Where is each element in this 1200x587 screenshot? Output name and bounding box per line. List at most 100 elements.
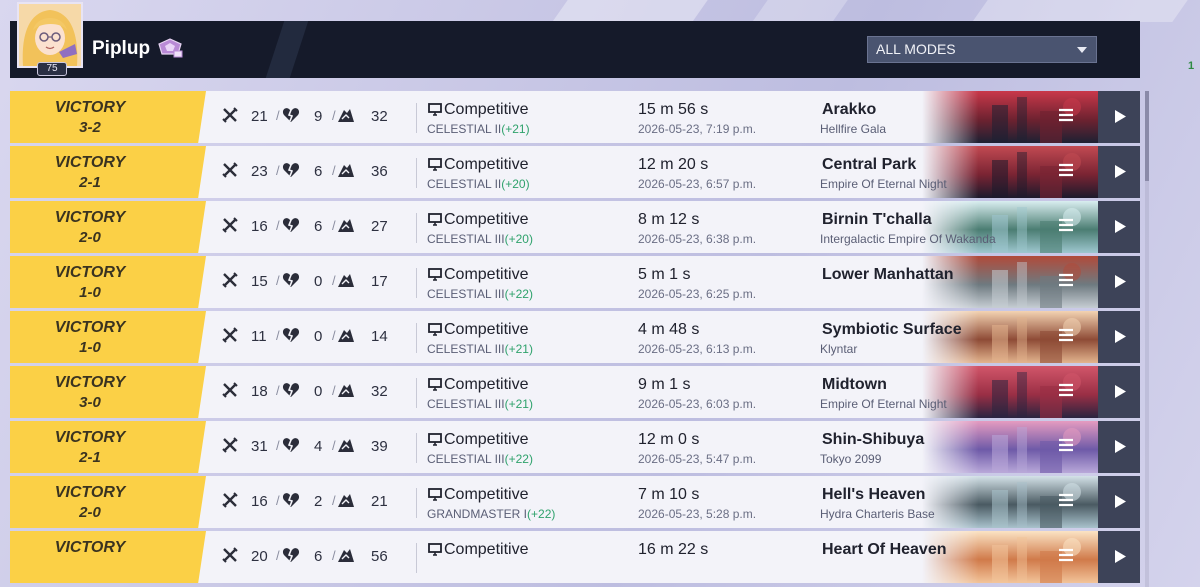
monitor-icon [428, 543, 442, 561]
avatar[interactable]: 75 [17, 2, 85, 76]
match-duration: 4 m 48 s [638, 321, 700, 338]
deaths-icon [282, 547, 300, 568]
divider [416, 213, 417, 243]
details-menu-icon[interactable] [1058, 218, 1074, 237]
game-mode: Competitive [444, 156, 529, 173]
assists-count: 17 [371, 273, 388, 290]
match-row[interactable]: VICTORY 2-0 16 6 27 / / Competitive CELESTIAL II… [10, 201, 1140, 253]
monitor-icon [428, 103, 442, 121]
replay-button[interactable] [1098, 201, 1140, 253]
match-row[interactable]: VICTORY 2-0 16 2 21 / / Competitive GRANDMASTER … [10, 476, 1140, 528]
stat-separator: / [332, 218, 336, 233]
rank-name: CELESTIAL II [427, 177, 502, 191]
stat-separator: / [332, 548, 336, 563]
replay-button[interactable] [1098, 256, 1140, 308]
stat-separator: / [276, 163, 280, 178]
result-label: VICTORY [54, 429, 126, 446]
replay-button[interactable] [1098, 311, 1140, 363]
replay-button[interactable] [1098, 146, 1140, 198]
stat-separator: / [332, 438, 336, 453]
result-label: VICTORY [54, 99, 126, 116]
details-menu-icon[interactable] [1058, 383, 1074, 402]
stat-separator: / [332, 493, 336, 508]
mode-filter-dropdown[interactable]: ALL MODES [867, 36, 1097, 63]
details-menu-icon[interactable] [1058, 273, 1074, 292]
details-menu-icon[interactable] [1058, 328, 1074, 347]
monitor-icon [428, 488, 442, 506]
deaths-icon [282, 272, 300, 293]
deaths-count: 0 [314, 273, 323, 290]
match-row[interactable]: VICTORY 1-0 11 0 14 / / Competitive CELESTIAL II… [10, 311, 1140, 363]
replay-button[interactable] [1098, 476, 1140, 528]
map-region: Tokyo 2099 [820, 452, 882, 466]
match-row[interactable]: VICTORY 2-1 23 6 36 / / Competitive CELESTIAL II… [10, 146, 1140, 198]
round-score: 1-0 [79, 339, 101, 356]
match-datetime: 2026-05-23, 6:03 p.m. [638, 397, 757, 411]
deaths-icon [282, 382, 300, 403]
assists-icon [337, 217, 355, 238]
match-row[interactable]: VICTORY 3-2 21 9 32 / / Competitive CELESTIAL II… [10, 91, 1140, 143]
deaths-count: 4 [314, 438, 323, 455]
deaths-icon [282, 327, 300, 348]
details-menu-icon[interactable] [1058, 438, 1074, 457]
rank-info: CELESTIAL III(+20) [427, 232, 533, 246]
rank-delta: (+21) [504, 342, 533, 356]
details-menu-icon[interactable] [1058, 163, 1074, 182]
level-badge: 75 [37, 62, 67, 76]
replay-button[interactable] [1098, 421, 1140, 473]
assists-count: 32 [371, 108, 388, 125]
kills-icon [222, 437, 238, 458]
scrollbar-thumb[interactable] [1145, 91, 1149, 181]
map-name: Arakko [822, 101, 877, 118]
kills-count: 16 [251, 493, 268, 510]
match-row[interactable]: VICTORY 1-0 15 0 17 / / Competitive CELESTIAL II… [10, 256, 1140, 308]
details-menu-icon[interactable] [1058, 493, 1074, 512]
replay-button[interactable] [1098, 531, 1140, 583]
rank-name: CELESTIAL III [427, 342, 505, 356]
map-name: Lower Manhattan [822, 266, 954, 283]
game-mode: Competitive [444, 211, 529, 228]
game-mode: Competitive [444, 321, 529, 338]
stat-separator: / [276, 438, 280, 453]
kills-icon [222, 272, 238, 293]
match-row[interactable]: VICTORY 2-1 31 4 39 / / Competitive CELESTIAL II… [10, 421, 1140, 473]
replay-button[interactable] [1098, 91, 1140, 143]
deaths-icon [282, 217, 300, 238]
map-region: Hydra Charteris Base [820, 507, 935, 521]
match-datetime: 2026-05-23, 6:13 p.m. [638, 342, 757, 356]
rank-icon [156, 36, 184, 65]
match-row[interactable]: VICTORY 3-0 18 0 32 / / Competitive CELESTIAL II… [10, 366, 1140, 418]
details-menu-icon[interactable] [1058, 548, 1074, 567]
match-datetime: 2026-05-23, 6:57 p.m. [638, 177, 757, 191]
stat-separator: / [276, 273, 280, 288]
rank-delta: (+20) [501, 177, 530, 191]
mode-filter-value: ALL MODES [876, 41, 956, 57]
replay-button[interactable] [1098, 366, 1140, 418]
deaths-count: 0 [314, 383, 323, 400]
round-score: 2-0 [79, 504, 101, 521]
deaths-icon [282, 492, 300, 513]
result-badge: VICTORY 2-0 [10, 201, 206, 253]
map-name: Birnin T'challa [822, 211, 932, 228]
kills-icon [222, 327, 238, 348]
assists-count: 36 [371, 163, 388, 180]
round-score: 1-0 [79, 284, 101, 301]
deaths-icon [282, 437, 300, 458]
match-datetime: 2026-05-23, 6:38 p.m. [638, 232, 757, 246]
details-menu-icon[interactable] [1058, 108, 1074, 127]
rank-delta: (+22) [527, 507, 556, 521]
match-history-list: VICTORY 3-2 21 9 32 / / Competitive CELESTIAL II… [10, 91, 1140, 587]
rank-name: CELESTIAL II [427, 122, 502, 136]
assists-icon [337, 327, 355, 348]
match-datetime: 2026-05-23, 7:19 p.m. [638, 122, 757, 136]
match-datetime: 2026-05-23, 5:47 p.m. [638, 452, 757, 466]
map-region: Klyntar [820, 342, 858, 356]
map-region: Intergalactic Empire Of Wakanda [820, 232, 996, 246]
monitor-icon [428, 378, 442, 396]
result-badge: VICTORY 2-1 [10, 421, 206, 473]
stat-separator: / [276, 383, 280, 398]
rank-info: CELESTIAL III(+21) [427, 342, 533, 356]
divider [416, 433, 417, 463]
rank-delta: (+22) [504, 452, 533, 466]
match-row[interactable]: VICTORY 20 6 56 / / Competitive 16 m 22 s Heart … [10, 531, 1140, 583]
